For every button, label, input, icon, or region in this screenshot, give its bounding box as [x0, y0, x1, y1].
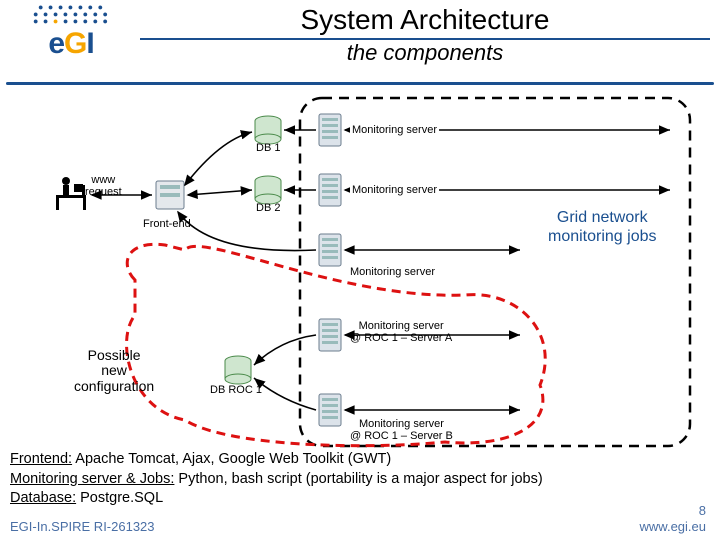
arrow-monrocb-dbroc1: [254, 378, 316, 410]
footer-line1-u: Frontend:: [10, 451, 72, 467]
grid-jobs-label: Grid network monitoring jobs: [548, 208, 657, 246]
footer-line1-rest: Apache Tomcat, Ajax, Google Web Toolkit …: [72, 451, 391, 467]
monrocb-icon: [319, 394, 341, 426]
possible-config-label: Possible new configuration: [74, 348, 154, 394]
dbroc1-icon: [225, 356, 251, 384]
monrocb-label: Monitoring server @ ROC 1 – Server B: [350, 418, 453, 442]
title-bar: System Architecture the components: [140, 4, 710, 66]
arrow-mon3-frontend: [178, 212, 316, 251]
arrow-monroca-dbroc1: [254, 335, 316, 365]
title-underline: [6, 82, 714, 85]
db1-icon: [255, 116, 281, 144]
mon2-label: Monitoring server: [350, 184, 439, 196]
mon1-icon: [319, 114, 341, 146]
logo-dots: ● ● ● ● ● ● ●● ● ● ● ● ● ● ●● ● ● ● ● ● …: [6, 4, 136, 25]
monroca-label: Monitoring server @ ROC 1 – Server A: [350, 320, 452, 344]
egi-logo: ● ● ● ● ● ● ●● ● ● ● ● ● ● ●● ● ● ● ● ● …: [6, 4, 136, 80]
footer-line3-rest: Postgre.SQL: [76, 490, 163, 506]
page-title: System Architecture: [140, 4, 710, 40]
www-request-label: www request: [85, 174, 122, 198]
architecture-diagram: www request Front-end DB 1 DB 2 DB ROC 1…: [0, 90, 720, 460]
db2-label: DB 2: [256, 202, 280, 214]
footer-notes: Frontend: Apache Tomcat, Ajax, Google We…: [10, 450, 710, 509]
footer-line2-rest: Python, bash script (portability is a ma…: [174, 471, 542, 487]
frontend-icon: [156, 181, 184, 209]
footer-line2-u: Monitoring server & Jobs:: [10, 471, 174, 487]
db2-icon: [255, 176, 281, 204]
frontend-label: Front-end: [143, 218, 191, 230]
page-subtitle: the components: [140, 40, 710, 66]
site-url: www.egi.eu: [640, 519, 706, 534]
mon1-label: Monitoring server: [350, 124, 439, 136]
footer-line3-u: Database:: [10, 490, 76, 506]
arrow-frontend-db2: [188, 190, 252, 195]
mon2-icon: [319, 174, 341, 206]
db1-label: DB 1: [256, 142, 280, 154]
mon3-icon: [319, 234, 341, 266]
logo-text: eGI: [6, 27, 136, 61]
user-icon: [56, 177, 86, 210]
slide-reference: EGI-In.SPIRE RI-261323: [10, 519, 155, 534]
page-number: 8: [699, 503, 706, 518]
arrow-frontend-db1: [185, 132, 252, 185]
dbroc1-label: DB ROC 1: [210, 384, 262, 396]
mon3-label: Monitoring server: [350, 266, 435, 278]
monroca-icon: [319, 319, 341, 351]
